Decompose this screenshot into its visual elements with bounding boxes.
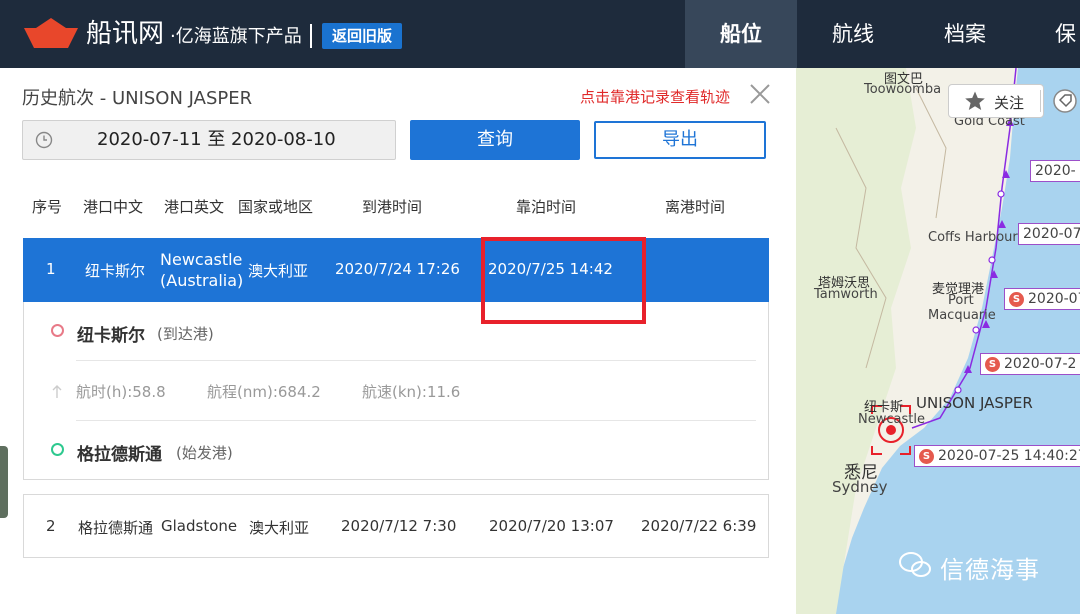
column-header-berth: 靠泊时间 — [516, 198, 577, 216]
boat-logo-icon[interactable] — [22, 18, 80, 50]
close-icon[interactable] — [748, 82, 772, 106]
row-port-cn: 格拉德斯通 — [78, 519, 154, 537]
row-port-en: Gladstone — [161, 517, 238, 535]
follow-label: 关注 — [994, 94, 1025, 112]
track-point-label[interactable]: S 2020-07-2 — [980, 353, 1080, 375]
map-view[interactable]: 图文巴 Toowoomba Gold Coast Coffs Harbour 塔… — [796, 68, 1080, 614]
voyage-detail: 纽卡斯尔 (到达港) 航时(h):58.8 航程(nm):684.2 航速(kn… — [23, 302, 769, 480]
row-index: 2 — [46, 517, 56, 535]
table-row-selected[interactable]: 1 纽卡斯尔 Newcastle (Australia) 澳大利亚 2020/7… — [23, 238, 769, 302]
divider — [1040, 90, 1041, 112]
nav-tab-more[interactable]: 保 — [1021, 0, 1080, 68]
port-status-icon: S — [985, 357, 1000, 372]
voyage-history-panel: 历史航次 - UNISON JASPER 点击靠港记录查看轨迹 2020-07-… — [0, 68, 796, 614]
arrival-port-name: 纽卡斯尔 — [77, 326, 145, 346]
row-country: 澳大利亚 — [248, 262, 309, 280]
nav-tab-archives[interactable]: 档案 — [909, 0, 1021, 68]
column-header-arrival: 到港时间 — [362, 198, 423, 216]
track-hint-link[interactable]: 点击靠港记录查看轨迹 — [580, 86, 730, 107]
column-header-port-en: 港口英文 — [164, 198, 225, 216]
start-port-tag: (始发港) — [176, 444, 233, 462]
query-button[interactable]: 查询 — [410, 120, 580, 160]
panel-title: 历史航次 - UNISON JASPER — [22, 88, 253, 109]
date-range-value: 2020-07-11 至 2020-08-10 — [97, 129, 336, 150]
row-arrival-time: 2020/7/12 7:30 — [341, 517, 457, 535]
start-port-name: 格拉德斯通 — [77, 445, 162, 465]
column-header-port-cn: 港口中文 — [83, 198, 144, 216]
nav-tab-routes[interactable]: 航线 — [797, 0, 909, 68]
map-label-newcastle-en: Newcastle — [858, 412, 925, 427]
track-point-label[interactable]: 2020-07 — [1018, 223, 1080, 245]
row-country: 澳大利亚 — [249, 519, 310, 537]
top-navigation-bar: 船讯网 ·亿海蓝旗下产品 返回旧版 船位 航线 档案 保 — [0, 0, 1080, 68]
map-label-sydney-en: Sydney — [832, 478, 888, 496]
highlight-annotation-box — [481, 237, 646, 324]
voyage-speed: 航速(kn):11.6 — [362, 383, 461, 401]
nav-tab-ship-position[interactable]: 船位 — [685, 0, 797, 68]
wechat-icon — [899, 552, 931, 577]
brand-subtitle: ·亿海蓝旗下产品 — [170, 26, 302, 47]
ship-name-label[interactable]: UNISON JASPER — [916, 394, 1033, 412]
map-label-toowoomba-en: Toowoomba — [864, 82, 942, 97]
row-port-en-line2: (Australia) — [160, 271, 244, 290]
table-row[interactable]: 2 格拉德斯通 Gladstone 澳大利亚 2020/7/12 7:30 20… — [23, 494, 769, 558]
map-label-port-macquarie-en1: Port — [948, 293, 974, 308]
column-header-index: 序号 — [32, 198, 63, 216]
row-departure-time: 2020/7/22 6:39 — [641, 517, 757, 535]
row-port-cn: 纽卡斯尔 — [85, 262, 146, 280]
port-status-icon: S — [1009, 292, 1024, 307]
map-label-tamworth-en: Tamworth — [814, 287, 878, 302]
voyage-duration: 航时(h):58.8 — [76, 383, 166, 401]
row-port-en-line1: Newcastle — [160, 250, 243, 269]
export-button[interactable]: 导出 — [594, 121, 766, 159]
map-label-coffs-harbour: Coffs Harbour — [928, 230, 1018, 245]
track-point-label[interactable]: 2020- — [1030, 160, 1080, 182]
scroll-handle[interactable] — [0, 446, 8, 518]
row-berth-time: 2020/7/20 13:07 — [489, 517, 614, 535]
track-point-label[interactable]: S 2020-07-25 14:40:27 — [914, 445, 1080, 467]
column-header-departure: 离港时间 — [665, 198, 726, 216]
map-label-port-macquarie-en2: Macquarie — [928, 308, 996, 323]
brand-divider — [310, 24, 312, 48]
row-arrival-time: 2020/7/24 17:26 — [335, 260, 460, 278]
arrival-port-tag: (到达港) — [157, 325, 214, 343]
watermark-text: 信德海事 — [940, 556, 1040, 584]
old-version-button[interactable]: 返回旧版 — [322, 23, 402, 49]
clock-icon — [35, 131, 53, 149]
voyage-distance: 航程(nm):684.2 — [207, 383, 321, 401]
brand-name[interactable]: 船讯网 — [86, 18, 164, 50]
star-icon — [965, 91, 985, 110]
port-status-icon: S — [919, 449, 934, 464]
start-port-marker — [51, 443, 64, 456]
divider — [76, 360, 756, 361]
column-header-country: 国家或地区 — [238, 198, 314, 216]
track-point-label[interactable]: S2020-07 — [1004, 288, 1080, 310]
map-canvas — [796, 68, 1018, 614]
divider — [76, 420, 756, 421]
date-range-picker[interactable]: 2020-07-11 至 2020-08-10 — [22, 120, 396, 160]
arrow-up-icon — [52, 385, 62, 398]
tag-icon[interactable] — [1052, 88, 1078, 114]
arrival-port-marker — [51, 324, 64, 337]
row-index: 1 — [46, 260, 56, 278]
